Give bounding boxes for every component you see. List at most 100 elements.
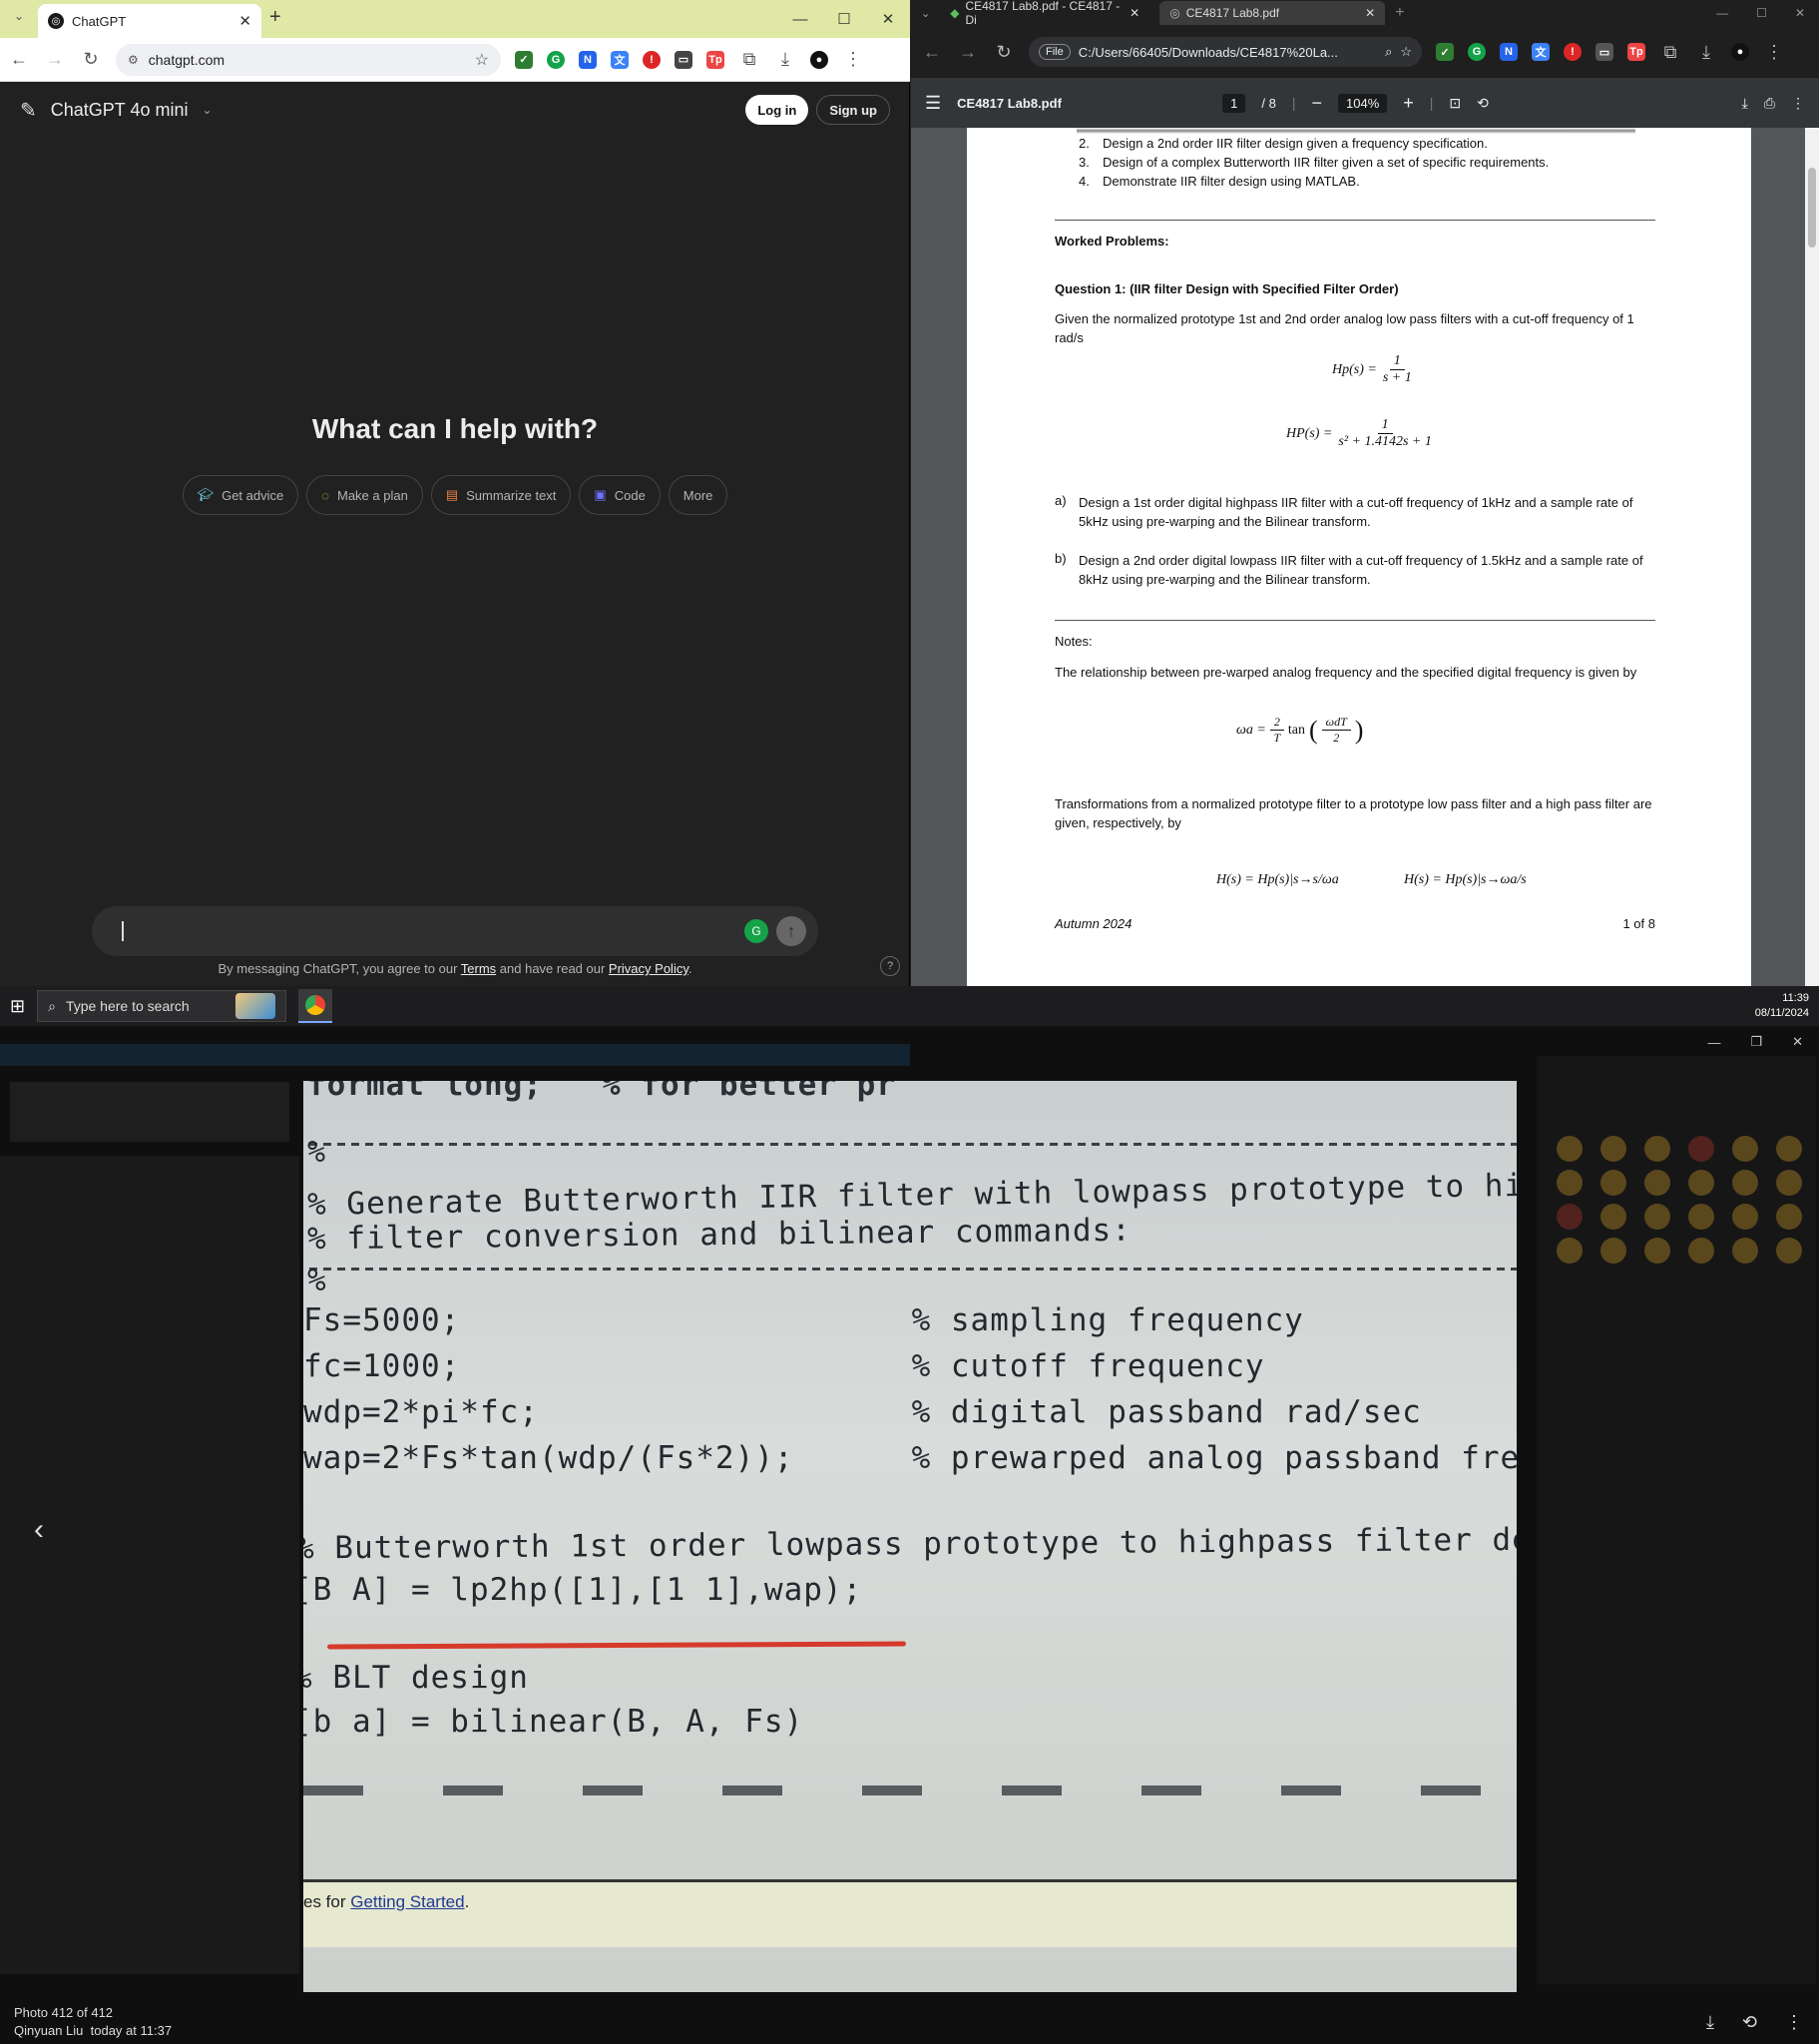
profile-avatar[interactable]: ●	[810, 50, 828, 69]
address-bar[interactable]: File C:/Users/66405/Downloads/CE4817%20L…	[1029, 37, 1422, 67]
page-number-input[interactable]: 1	[1222, 93, 1246, 113]
translate-extension-icon[interactable]: 文	[611, 50, 629, 69]
tab-strip: ⌄ ◎ ChatGPT ✕ + — ☐ ✕	[0, 0, 910, 38]
grammarly-icon[interactable]: G	[744, 919, 768, 943]
close-icon[interactable]: ✕	[1130, 6, 1139, 20]
privacy-link[interactable]: Privacy Policy	[609, 961, 688, 976]
tab-pdf-d2l[interactable]: ◆ CE4817 Lab8.pdf - CE4817 - Di ✕	[940, 0, 1149, 27]
signup-button[interactable]: Sign up	[816, 95, 890, 125]
close-icon[interactable]: ✕	[1365, 6, 1375, 20]
chrome-taskbar-icon[interactable]	[298, 989, 333, 1023]
profile-avatar[interactable]: ●	[1731, 43, 1749, 61]
pip-extension-icon[interactable]: ▭	[1595, 43, 1613, 61]
previous-photo-button[interactable]: ‹	[34, 1513, 44, 1547]
list-number: 4.	[1079, 174, 1090, 189]
message-composer[interactable]: G ↑	[92, 906, 818, 956]
shield-extension-icon[interactable]: ✓	[515, 50, 533, 69]
clock-date: 08/11/2024	[1754, 1007, 1809, 1019]
more-options-icon[interactable]: ⋮	[1791, 95, 1805, 112]
n-extension-icon[interactable]: N	[579, 50, 597, 69]
tab-search-icon[interactable]: ⌄	[8, 9, 30, 23]
print-icon[interactable]: ⎙	[1764, 95, 1775, 112]
chatgpt-header: ✎ ChatGPT 4o mini ⌄ Log in Sign up	[0, 82, 910, 138]
stop-extension-icon[interactable]: !	[643, 50, 661, 69]
grammarly-extension-icon[interactable]: G	[547, 50, 565, 69]
more-options-icon[interactable]: ⋮	[1785, 2012, 1803, 2033]
scroll-thumb[interactable]	[1808, 168, 1816, 248]
forward-icon[interactable]: →	[44, 49, 66, 70]
translate-extension-icon[interactable]: 文	[1532, 43, 1550, 61]
extensions-puzzle-icon[interactable]: ⧉	[1659, 42, 1681, 63]
taskbar-clock[interactable]: 11:39 08/11/2024	[1755, 991, 1809, 1021]
zoom-out-icon[interactable]: −	[1311, 93, 1322, 114]
forward-icon[interactable]: →	[957, 42, 979, 63]
close-icon[interactable]: ✕	[1792, 1034, 1803, 1050]
objectives-list: 2. Design a 2nd order IIR filter design g…	[1079, 134, 1677, 191]
windows-start-icon[interactable]: ⊞	[10, 996, 25, 1017]
terms-link[interactable]: Terms	[461, 961, 496, 976]
download-icon[interactable]: ⤓	[1742, 95, 1748, 112]
back-icon[interactable]: ←	[921, 42, 943, 63]
minimize-icon[interactable]: —	[778, 11, 822, 28]
download-icon[interactable]: ⤓	[1695, 42, 1717, 63]
new-chat-icon[interactable]: ✎	[20, 98, 37, 123]
stop-extension-icon[interactable]: !	[1564, 43, 1582, 61]
equation-lhs: ωa =	[1236, 722, 1266, 738]
maximize-icon[interactable]: ☐	[1756, 6, 1767, 20]
tp-extension-icon[interactable]: Tp	[1627, 43, 1645, 61]
n-extension-icon[interactable]: N	[1500, 43, 1518, 61]
bookmark-star-icon[interactable]: ☆	[1400, 44, 1412, 60]
send-button[interactable]: ↑	[776, 916, 806, 946]
chip-more[interactable]: More	[668, 475, 728, 515]
pdf-menu-icon[interactable]: ☰	[925, 93, 941, 114]
site-info-icon[interactable]: ⚙	[128, 53, 139, 67]
close-window-icon[interactable]: ✕	[1795, 6, 1805, 20]
new-tab-button[interactable]: +	[1395, 4, 1404, 22]
reload-icon[interactable]: ↻	[993, 42, 1015, 63]
chip-get-advice[interactable]: 🎓︎ Get advice	[182, 475, 299, 515]
close-window-icon[interactable]: ✕	[866, 10, 910, 28]
address-bar[interactable]: ⚙ chatgpt.com ☆	[116, 43, 501, 76]
zoom-in-icon[interactable]: +	[1403, 93, 1414, 114]
zoom-icon[interactable]: ⌕	[1385, 44, 1392, 60]
tp-extension-icon[interactable]: Tp	[706, 50, 724, 69]
chip-code[interactable]: ▣ Code	[579, 475, 661, 515]
rotate-icon[interactable]: ⟲	[1742, 2012, 1757, 2033]
restore-icon[interactable]: ❐	[1750, 1034, 1762, 1050]
menu-dots-icon[interactable]: ⋮	[842, 49, 864, 70]
extensions-puzzle-icon[interactable]: ⧉	[738, 49, 760, 70]
zoom-level[interactable]: 104%	[1338, 93, 1388, 113]
taskbar-search[interactable]: ⌕ Type here to search	[37, 990, 287, 1022]
chip-summarize[interactable]: ▤ Summarize text	[430, 475, 572, 515]
grammarly-extension-icon[interactable]: G	[1468, 43, 1486, 61]
shield-extension-icon[interactable]: ✓	[1436, 43, 1454, 61]
model-selector[interactable]: ChatGPT 4o mini	[51, 100, 189, 121]
fit-page-icon[interactable]: ⊡	[1449, 95, 1461, 112]
download-icon[interactable]: ⤓	[774, 49, 796, 70]
maximize-icon[interactable]: ☐	[822, 10, 866, 28]
footer-term: Autumn 2024	[1055, 916, 1133, 931]
suggestion-chips: 🎓︎ Get advice ◌ Make a plan ▤ Summarize tex…	[0, 475, 910, 515]
back-icon[interactable]: ←	[8, 49, 30, 70]
equation-denominator: 2	[1333, 731, 1340, 745]
transform-text: Transformations from a normalized protot…	[1055, 796, 1652, 830]
new-tab-button[interactable]: +	[269, 6, 281, 29]
chevron-down-icon[interactable]: ⌄	[203, 103, 213, 117]
login-button[interactable]: Log in	[745, 95, 809, 125]
tab-search-icon[interactable]: ⌄	[921, 7, 930, 20]
tab-chatgpt[interactable]: ◎ ChatGPT ✕	[38, 4, 261, 38]
pip-extension-icon[interactable]: ▭	[675, 50, 692, 69]
menu-dots-icon[interactable]: ⋮	[1763, 42, 1785, 63]
rotate-icon[interactable]: ⟲	[1477, 95, 1489, 112]
pdf-scrollbar[interactable]	[1805, 128, 1819, 986]
minimize-icon[interactable]: —	[1716, 6, 1728, 20]
reload-icon[interactable]: ↻	[80, 49, 102, 70]
help-button[interactable]: ?	[880, 956, 900, 976]
chip-make-plan[interactable]: ◌ Make a plan	[306, 475, 423, 515]
minimize-icon[interactable]: —	[1707, 1035, 1720, 1050]
code-cutoff-text	[303, 1786, 1517, 1795]
tab-pdf[interactable]: ◎ CE4817 Lab8.pdf ✕	[1159, 1, 1386, 25]
bookmark-star-icon[interactable]: ☆	[475, 50, 489, 70]
close-icon[interactable]: ✕	[238, 12, 251, 30]
download-icon[interactable]: ⤓	[1706, 2012, 1714, 2033]
